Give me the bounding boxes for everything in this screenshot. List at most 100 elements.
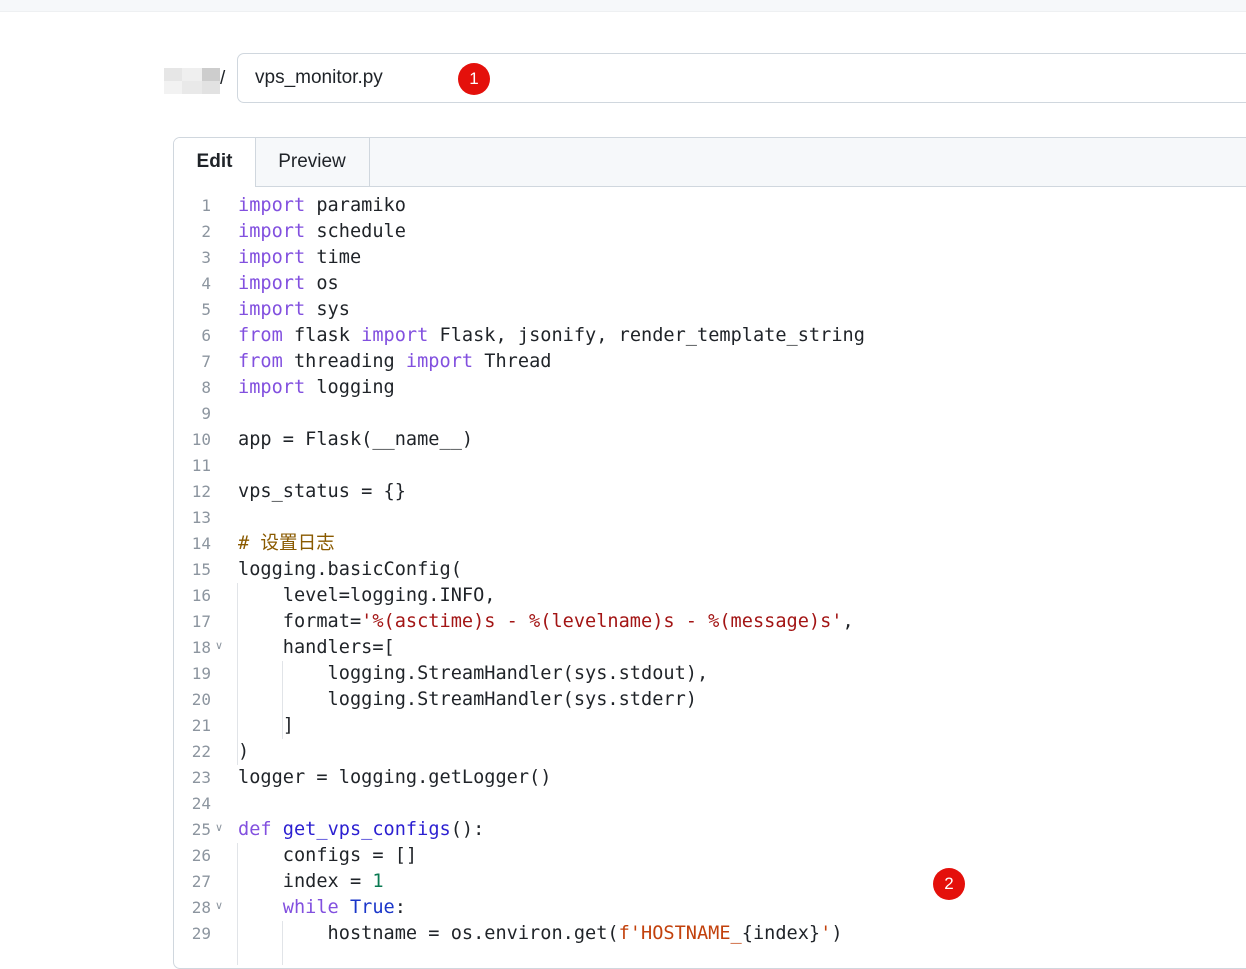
line-number: 1 <box>201 196 211 215</box>
code-editor: Edit Preview 1 import paramiko 2 import sch… <box>173 137 1246 969</box>
code-text: import time <box>238 247 362 268</box>
code-line: 22) <box>174 739 1246 765</box>
code-text: app = Flask(__name__) <box>238 429 474 450</box>
code-line: 28 ∨ while True: <box>174 895 1246 921</box>
code-text: import schedule <box>238 221 406 242</box>
code-text: import logging <box>238 377 395 398</box>
annotation-marker-1: 1 <box>458 63 490 95</box>
line-number: 25 <box>191 820 211 839</box>
code-text: level=logging.INFO, <box>238 585 496 606</box>
tab-edit[interactable]: Edit <box>174 138 256 187</box>
path-separator: / <box>220 68 226 89</box>
fold-chevron-icon[interactable]: ∨ <box>215 821 223 834</box>
code-text: logging.basicConfig( <box>238 559 462 580</box>
code-line: 9 <box>174 401 1246 427</box>
line-number: 11 <box>191 456 211 475</box>
code-text: index = 1 <box>238 871 384 892</box>
code-line: 23 logger = logging.getLogger() <box>174 765 1246 791</box>
code-text: logger = logging.getLogger() <box>238 767 552 788</box>
code-line: 7 from threading import Thread <box>174 349 1246 375</box>
line-number: 9 <box>201 404 211 423</box>
code-text: handlers=[ <box>238 637 395 658</box>
code-line: 21 ] <box>174 713 1246 739</box>
code-text: vps_status = {} <box>238 481 406 502</box>
code-text: logging.StreamHandler(sys.stderr) <box>238 689 697 710</box>
line-number: 17 <box>191 612 211 631</box>
tab-preview[interactable]: Preview <box>255 138 370 187</box>
code-line: 27 index = 1 <box>174 869 1246 895</box>
filename-input[interactable] <box>237 53 1246 103</box>
line-number: 27 <box>191 872 211 891</box>
code-line: 15 logging.basicConfig( <box>174 557 1246 583</box>
line-number: 6 <box>201 326 211 345</box>
line-number: 23 <box>191 768 211 787</box>
code-line: 2 import schedule <box>174 219 1246 245</box>
annotation-marker-2: 2 <box>933 868 965 900</box>
code-text: configs = [] <box>238 845 418 866</box>
top-header-strip <box>0 0 1246 12</box>
line-number: 28 <box>191 898 211 917</box>
line-number: 7 <box>201 352 211 371</box>
indent-guide <box>282 921 283 965</box>
code-text: ) <box>238 741 250 762</box>
code-line: 14 # 设置日志 <box>174 531 1246 557</box>
code-line: 13 <box>174 505 1246 531</box>
line-number: 10 <box>191 430 211 449</box>
code-line: 4 import os <box>174 271 1246 297</box>
code-text: ] <box>238 715 294 736</box>
code-text: hostname = os.environ.get(f'HOSTNAME_{in… <box>238 923 843 944</box>
line-number: 24 <box>191 794 211 813</box>
code-text: from flask import Flask, jsonify, render… <box>238 325 865 346</box>
code-line: 18 ∨ handlers=[ <box>174 635 1246 661</box>
code-line: 26 configs = [] <box>174 843 1246 869</box>
code-line: 6 from flask import Flask, jsonify, rende… <box>174 323 1246 349</box>
line-number: 29 <box>191 924 211 943</box>
code-line: 17 format='%(asctime)s - %(levelname)s -… <box>174 609 1246 635</box>
line-number: 8 <box>201 378 211 397</box>
line-number: 16 <box>191 586 211 605</box>
code-line: 3 import time <box>174 245 1246 271</box>
line-number: 2 <box>201 222 211 241</box>
editor-tab-bar: Edit Preview <box>174 138 1246 187</box>
code-text: from threading import Thread <box>238 351 552 372</box>
line-number: 18 <box>191 638 211 657</box>
indent-guide <box>237 583 238 765</box>
line-number: 26 <box>191 846 211 865</box>
code-line: 16 level=logging.INFO, <box>174 583 1246 609</box>
code-text: format='%(asctime)s - %(levelname)s - %(… <box>238 611 854 632</box>
fold-chevron-icon[interactable]: ∨ <box>215 639 223 652</box>
code-text: def get_vps_configs(): <box>238 819 485 840</box>
owner-name-redacted <box>164 68 220 94</box>
code-line: 1 import paramiko <box>174 193 1246 219</box>
code-line: 25 ∨ def get_vps_configs(): <box>174 817 1246 843</box>
code-line: 12 vps_status = {} <box>174 479 1246 505</box>
line-number: 3 <box>201 248 211 267</box>
code-text: logging.StreamHandler(sys.stdout), <box>238 663 709 684</box>
code-line: 29 hostname = os.environ.get(f'HOSTNAME_… <box>174 921 1246 947</box>
line-number: 13 <box>191 508 211 527</box>
line-number: 4 <box>201 274 211 293</box>
code-text: import sys <box>238 299 350 320</box>
code-line: 19 logging.StreamHandler(sys.stdout), <box>174 661 1246 687</box>
code-text: # 设置日志 <box>238 533 335 554</box>
line-number: 22 <box>191 742 211 761</box>
line-number: 5 <box>201 300 211 319</box>
code-line: 20 logging.StreamHandler(sys.stderr) <box>174 687 1246 713</box>
code-line: 24 <box>174 791 1246 817</box>
indent-guide <box>282 661 283 739</box>
fold-chevron-icon[interactable]: ∨ <box>215 899 223 912</box>
line-number: 21 <box>191 716 211 735</box>
code-line: 11 <box>174 453 1246 479</box>
code-line: 8 import logging <box>174 375 1246 401</box>
line-number: 14 <box>191 534 211 553</box>
code-text: import os <box>238 273 339 294</box>
line-number: 12 <box>191 482 211 501</box>
code-text: import paramiko <box>238 195 406 216</box>
line-number: 15 <box>191 560 211 579</box>
line-number: 20 <box>191 690 211 709</box>
indent-guide <box>237 843 238 965</box>
code-text: while True: <box>282 897 406 918</box>
line-number: 19 <box>191 664 211 683</box>
code-line: 5 import sys <box>174 297 1246 323</box>
code-line: 10 app = Flask(__name__) <box>174 427 1246 453</box>
